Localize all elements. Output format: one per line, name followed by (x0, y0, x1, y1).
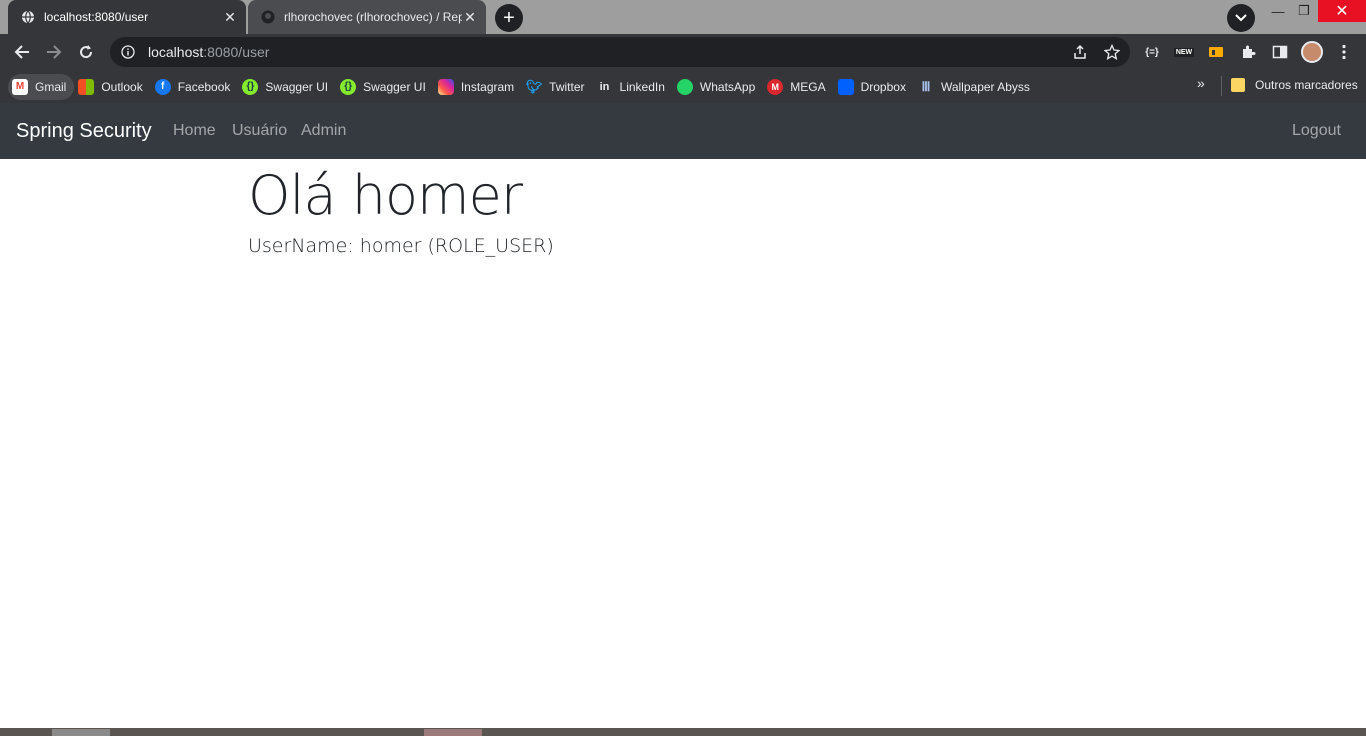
arrow-left-icon (14, 45, 29, 59)
username-text: UserName: homer (ROLE_USER) (248, 234, 554, 257)
bookmark-label: Instagram (460, 79, 515, 94)
close-tab-icon[interactable]: ✕ (222, 9, 238, 25)
tab-title: localhost:8080/user (44, 10, 149, 24)
linkedin-icon: in (599, 80, 610, 93)
side-panel-button[interactable] (1265, 37, 1295, 67)
app-navbar: Spring Security Home Usuário Admin Logou… (0, 103, 1366, 159)
mega-icon: M (767, 78, 784, 95)
bookmark-label: Dropbox (860, 79, 906, 94)
bookmark-swagger-ui-2[interactable]: {} Swagger UI (336, 74, 434, 100)
new-tab-button[interactable]: + (495, 4, 523, 32)
tab-github-repos[interactable]: rlhorochovec (rlhorochovec) / Rep ✕ (248, 0, 486, 34)
nav-link-logout[interactable]: Logout (1292, 122, 1341, 140)
main-content: Olá homer UserName: homer (ROLE_USER) (248, 159, 554, 257)
bookmark-label: MEGA (790, 79, 826, 94)
nav-link-admin[interactable]: Admin (301, 122, 346, 140)
bookmark-label: Gmail (35, 79, 67, 94)
os-taskbar (0, 728, 1366, 736)
extension-tag-button[interactable] (1201, 37, 1231, 67)
bookmark-wallpaper-abyss[interactable]: Ⅲ Wallpaper Abyss (914, 74, 1038, 100)
bookmark-label: WhatsApp (699, 79, 756, 94)
profile-button[interactable] (1297, 37, 1327, 67)
taskbar-item-chrome[interactable] (52, 729, 110, 736)
nav-link-usuario[interactable]: Usuário (232, 122, 287, 140)
taskbar-item-app[interactable] (424, 729, 482, 736)
url-host: localhost (148, 44, 204, 60)
facebook-icon: f (154, 78, 171, 95)
bookmark-dropbox[interactable]: Dropbox (834, 74, 914, 100)
bookmark-gmail[interactable]: M Gmail (8, 73, 75, 100)
tag-icon (1209, 47, 1223, 57)
bookmark-mega[interactable]: M MEGA (763, 74, 833, 100)
bookmark-label: Swagger UI (265, 79, 329, 94)
bookmark-linkedin[interactable]: in LinkedIn (593, 74, 673, 100)
bookmarks-bar: M Gmail Outlook f Facebook {} Swagger UI… (0, 70, 1366, 103)
arrow-right-icon (47, 45, 62, 59)
nav-link-home[interactable]: Home (173, 122, 216, 140)
restore-window-button[interactable]: ❐ (1289, 0, 1319, 22)
bookmark-swagger-ui[interactable]: {} Swagger UI (238, 74, 336, 100)
bookmark-label: Twitter (549, 79, 585, 94)
chevron-down-icon (1235, 14, 1247, 22)
swagger-icon: {} (242, 78, 259, 95)
other-bookmarks-folder[interactable]: Outros marcadores (1231, 73, 1358, 97)
bookmark-whatsapp[interactable]: WhatsApp (673, 74, 763, 100)
tab-search-button[interactable] (1227, 4, 1255, 32)
extension-json-button[interactable]: {=} (1137, 37, 1167, 67)
greeting-heading: Olá homer (248, 164, 523, 227)
bookmark-twitter[interactable]: 🐦︎ Twitter (522, 74, 592, 100)
bookmark-label: Outlook (101, 79, 143, 94)
bookmark-label: Facebook (177, 79, 231, 94)
puzzle-icon (1243, 45, 1256, 58)
more-bookmarks-chevron-icon[interactable]: » (1197, 75, 1205, 91)
other-bookmarks-label: Outros marcadores (1255, 78, 1358, 92)
bookmark-label: LinkedIn (619, 79, 665, 94)
bookmark-facebook[interactable]: f Facebook (151, 74, 239, 100)
extension-new-button[interactable]: NEW (1169, 37, 1199, 67)
forward-button[interactable] (39, 37, 69, 67)
bookmark-label: Swagger UI (363, 79, 426, 94)
close-tab-icon[interactable]: ✕ (462, 9, 478, 25)
url-path: :8080/user (203, 44, 270, 60)
reload-button[interactable] (71, 37, 101, 67)
bookmark-label: Wallpaper Abyss (940, 79, 1030, 94)
gmail-icon: M (12, 78, 28, 95)
tab-localhost-user[interactable]: localhost:8080/user ✕ (8, 0, 246, 34)
tab-title: rlhorochovec (rlhorochovec) / Rep (284, 10, 462, 24)
browser-tab-strip: localhost:8080/user ✕ rlhorochovec (rlho… (0, 0, 1366, 34)
bookmarks-divider (1221, 76, 1222, 96)
address-bar[interactable]: localhost:8080/user (110, 37, 1130, 67)
share-button[interactable] (1065, 37, 1095, 67)
dropbox-icon (837, 78, 854, 95)
swagger-icon: {} (340, 78, 357, 95)
new-badge-icon: NEW (1173, 47, 1195, 57)
more-vert-icon (1342, 44, 1346, 60)
info-icon[interactable] (120, 44, 136, 60)
bookmark-star-button[interactable] (1097, 37, 1127, 67)
close-window-button[interactable]: ✕ (1318, 0, 1366, 22)
extensions-button[interactable] (1233, 37, 1263, 67)
instagram-icon (437, 78, 454, 95)
json-viewer-icon: {=} (1145, 46, 1159, 58)
folder-icon (1231, 78, 1245, 92)
chrome-menu-button[interactable] (1329, 37, 1359, 67)
whatsapp-icon (676, 78, 693, 95)
reload-icon (80, 45, 93, 59)
side-panel-icon (1272, 45, 1288, 59)
avatar (1301, 41, 1323, 63)
share-icon (1074, 44, 1086, 59)
back-button[interactable] (7, 37, 37, 67)
wallpaper-abyss-icon: Ⅲ (921, 78, 931, 94)
github-icon (260, 9, 276, 25)
browser-toolbar: localhost:8080/user {=} NEW (0, 34, 1366, 70)
globe-icon (20, 9, 36, 25)
url-text: localhost:8080/user (148, 44, 269, 60)
brand-link[interactable]: Spring Security (16, 120, 152, 143)
bookmark-instagram[interactable]: Instagram (434, 74, 522, 100)
outlook-icon (78, 78, 95, 95)
bookmark-outlook[interactable]: Outlook (74, 74, 150, 100)
star-icon (1104, 44, 1120, 60)
twitter-icon: 🐦︎ (525, 78, 543, 94)
